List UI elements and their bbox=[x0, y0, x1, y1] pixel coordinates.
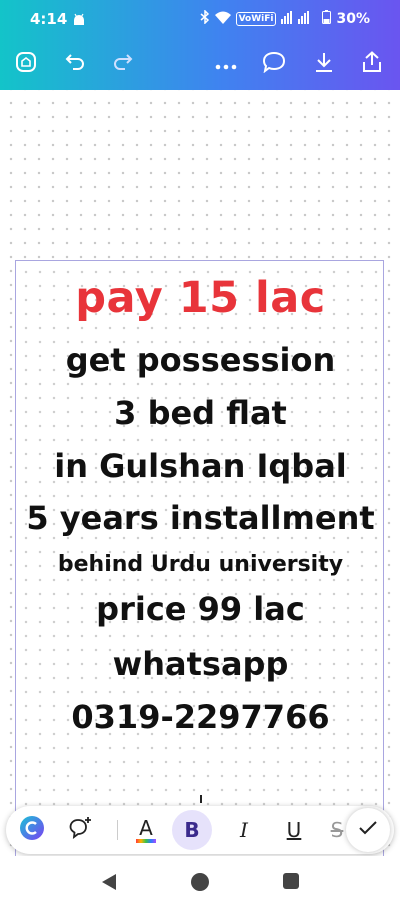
flyer-line[interactable]: 0319-2297766 bbox=[16, 698, 385, 736]
editor-toolbar bbox=[0, 44, 400, 84]
underline-button[interactable]: U bbox=[274, 810, 314, 850]
signal-icon bbox=[281, 10, 317, 28]
toolbar-divider bbox=[117, 820, 118, 840]
back-icon bbox=[100, 874, 118, 896]
text-format-toolbar: A B I U S bbox=[6, 806, 394, 854]
text-color-label: A bbox=[139, 815, 153, 840]
design-canvas[interactable]: pay 15 lac get possession 3 bed flat in … bbox=[0, 90, 400, 860]
battery-level: 30% bbox=[336, 11, 370, 27]
flyer-line[interactable]: in Gulshan Iqbal bbox=[16, 447, 385, 485]
more-icon bbox=[215, 55, 237, 74]
wifi-icon bbox=[214, 11, 231, 28]
home-icon bbox=[15, 51, 37, 77]
flyer-headline[interactable]: pay 15 lac bbox=[16, 273, 385, 323]
underline-label: U bbox=[286, 818, 302, 842]
android-icon bbox=[72, 12, 86, 31]
undo-button[interactable] bbox=[60, 48, 92, 80]
redo-icon bbox=[111, 53, 133, 75]
share-icon bbox=[361, 51, 383, 77]
comment-plus-icon bbox=[67, 816, 93, 844]
flyer-line[interactable]: get possession bbox=[16, 341, 385, 379]
bold-button[interactable]: B bbox=[172, 810, 212, 850]
add-comment-button[interactable] bbox=[60, 810, 100, 850]
italic-label: I bbox=[240, 818, 248, 842]
vowifi-badge: VoWiFi bbox=[235, 12, 277, 26]
download-button[interactable] bbox=[308, 48, 340, 80]
text-color-icon: A bbox=[136, 818, 156, 843]
flyer-line[interactable]: price 99 lac bbox=[16, 590, 385, 628]
app-header: 4:14 VoWiFi 30% bbox=[0, 0, 400, 90]
strikethrough-label: S bbox=[330, 818, 344, 842]
flyer-line[interactable]: 3 bed flat bbox=[16, 394, 385, 432]
battery-icon bbox=[322, 10, 332, 28]
bold-label: B bbox=[184, 818, 200, 842]
flyer-line[interactable]: behind Urdu university bbox=[16, 552, 385, 577]
magic-write-icon bbox=[19, 815, 45, 845]
comment-button[interactable] bbox=[258, 48, 290, 80]
undo-icon bbox=[65, 53, 87, 75]
home-circle-icon bbox=[190, 873, 210, 896]
status-indicators: VoWiFi 30% bbox=[200, 9, 370, 28]
magic-write-button[interactable] bbox=[12, 810, 52, 850]
download-icon bbox=[314, 51, 334, 77]
italic-button[interactable]: I bbox=[224, 810, 264, 850]
done-button[interactable] bbox=[346, 808, 390, 852]
share-button[interactable] bbox=[356, 48, 388, 80]
bluetooth-icon bbox=[200, 9, 210, 28]
home-nav-button[interactable] bbox=[190, 872, 210, 896]
comment-icon bbox=[262, 51, 286, 77]
check-icon bbox=[358, 820, 378, 840]
home-button[interactable] bbox=[10, 48, 42, 80]
text-color-button[interactable]: A bbox=[126, 810, 166, 850]
status-bar: 4:14 VoWiFi 30% bbox=[0, 0, 400, 40]
recents-button[interactable] bbox=[282, 872, 300, 894]
recents-icon bbox=[282, 873, 300, 894]
more-options-button[interactable] bbox=[210, 48, 242, 80]
status-time: 4:14 bbox=[30, 10, 68, 28]
color-swatch-bar bbox=[136, 838, 156, 843]
flyer-line[interactable]: 5 years installment bbox=[16, 499, 385, 537]
flyer-line[interactable]: whatsapp bbox=[16, 645, 385, 683]
system-nav-bar bbox=[0, 856, 400, 910]
text-cursor bbox=[200, 795, 202, 803]
back-button[interactable] bbox=[100, 872, 118, 896]
redo-button[interactable] bbox=[106, 48, 138, 80]
selected-text-frame[interactable]: pay 15 lac get possession 3 bed flat in … bbox=[15, 260, 384, 860]
